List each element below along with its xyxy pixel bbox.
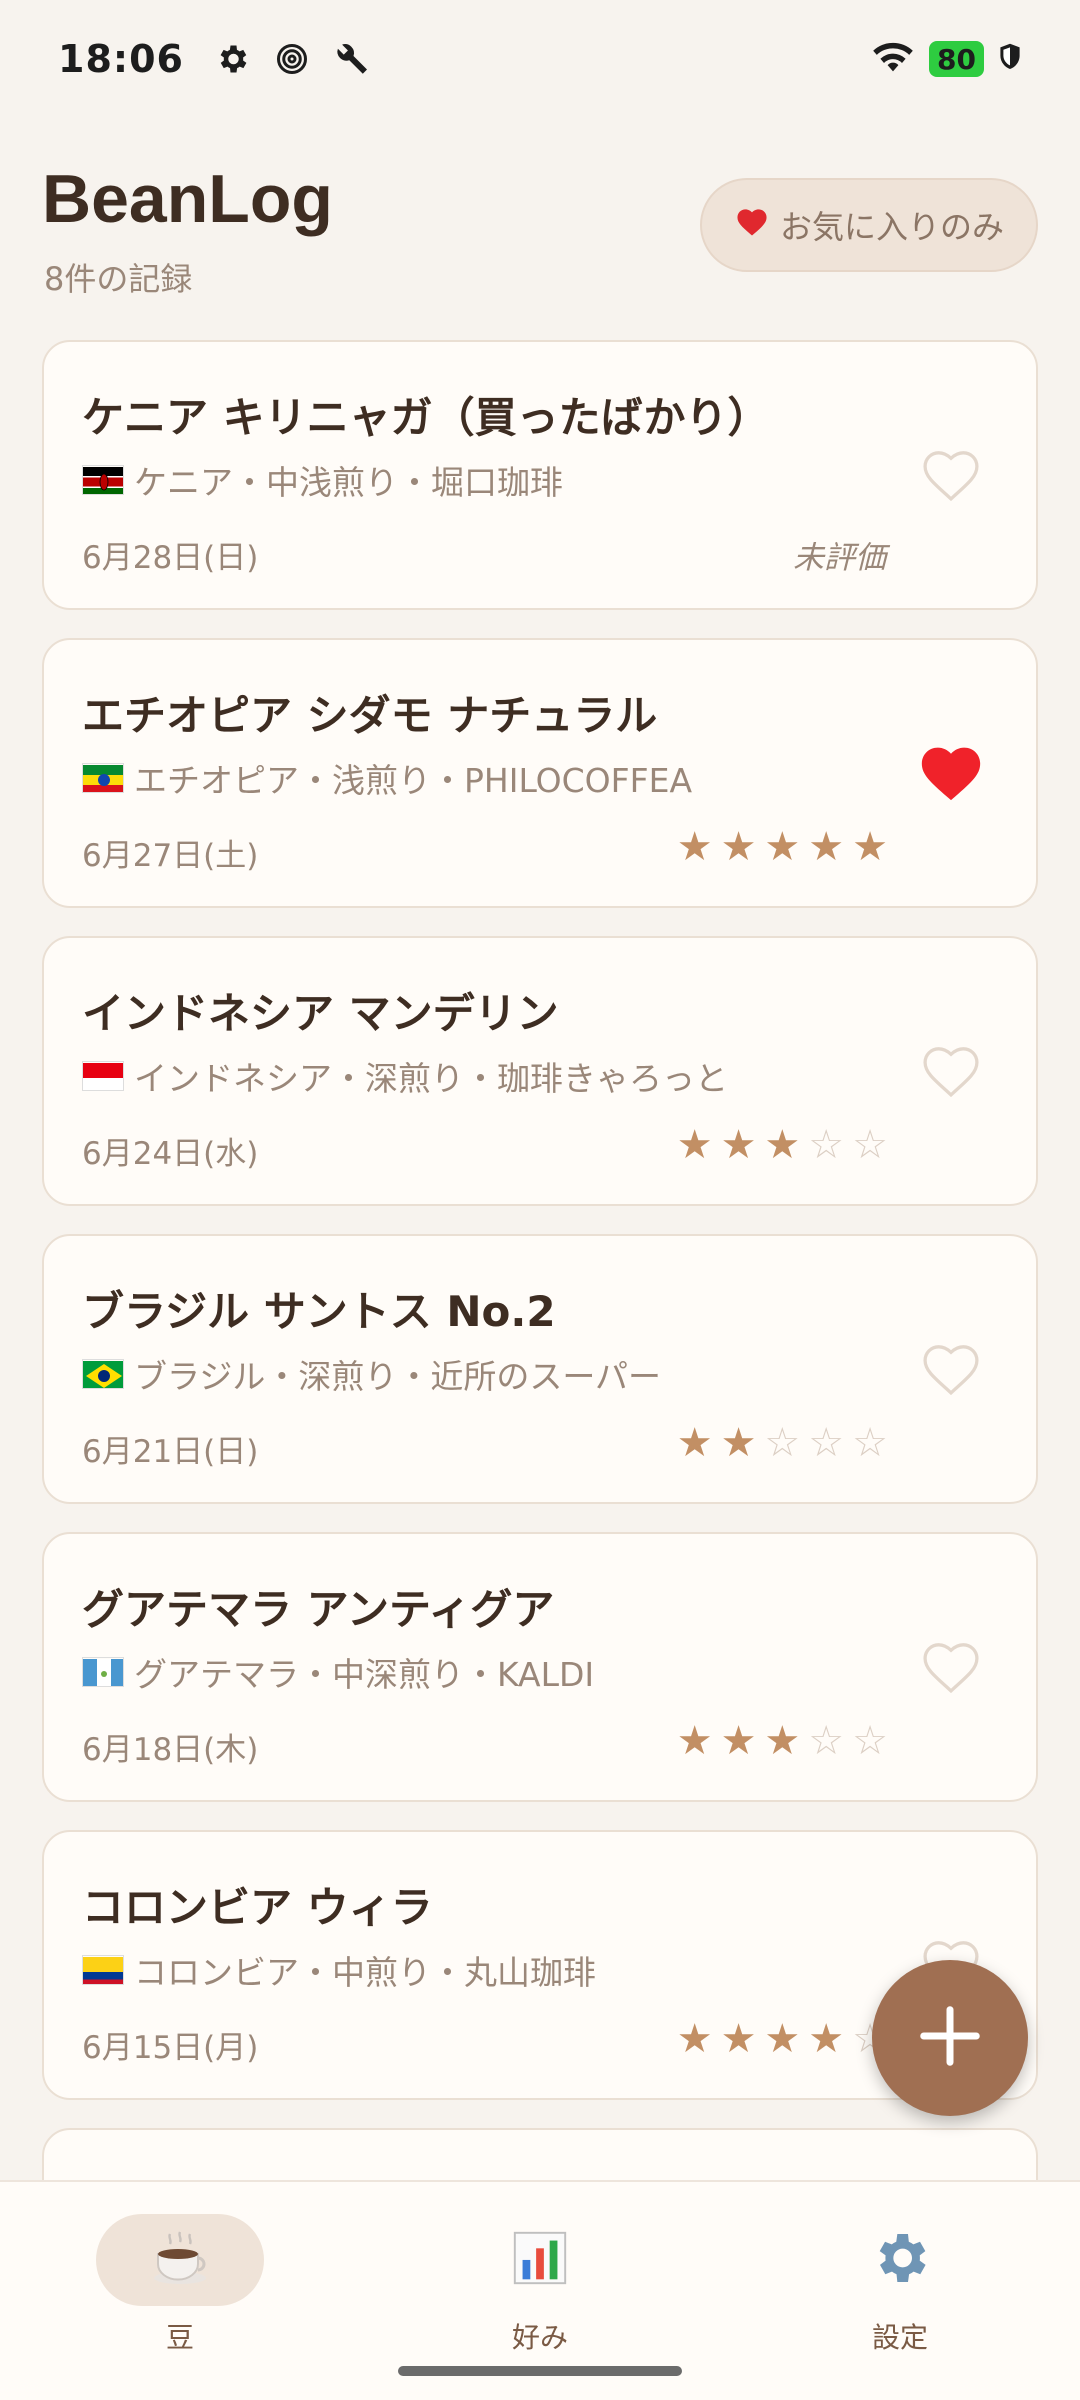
country-flag-icon xyxy=(82,1061,124,1091)
heart-icon xyxy=(734,205,770,246)
card-date: 6月28日(日) xyxy=(82,540,259,576)
card-meta-text: エチオピア・浅煎り・PHILOCOFFEA xyxy=(134,761,693,800)
nav-pill xyxy=(816,2214,984,2306)
star-filled-icon: ★ xyxy=(720,1420,765,1466)
star-filled-icon: ★ xyxy=(852,824,896,870)
card-meta-text: インドネシア・深煎り・珈琲きゃろっと xyxy=(134,1059,728,1098)
card-meta: エチオピア・浅煎り・PHILOCOFFEA xyxy=(82,754,692,802)
card-title: インドネシア マンデリン xyxy=(82,989,559,1038)
country-flag-icon xyxy=(82,1657,124,1687)
star-empty-icon: ☆ xyxy=(808,1718,853,1764)
card-meta: グアテマラ・中深煎り・KALDI xyxy=(82,1648,594,1696)
card-meta-text: ブラジル・深煎り・近所のスーパー xyxy=(134,1357,662,1396)
unrated-label: 未評価 xyxy=(793,540,886,576)
card-meta: コロンビア・中煎り・丸山珈琲 xyxy=(82,1946,596,1994)
card-title: ケニア キリニャガ（買ったばかり） xyxy=(82,393,770,442)
star-empty-icon: ☆ xyxy=(852,1122,896,1168)
star-rating: ★★★★★ xyxy=(677,824,896,870)
star-filled-icon: ★ xyxy=(676,1718,721,1764)
card-date: 6月15日(月) xyxy=(82,2030,259,2066)
star-empty-icon: ☆ xyxy=(808,1122,853,1168)
card-meta-text: グアテマラ・中深煎り・KALDI xyxy=(134,1655,595,1694)
star-empty-icon: ☆ xyxy=(852,1718,896,1764)
star-filled-icon: ★ xyxy=(676,1122,721,1168)
star-filled-icon: ★ xyxy=(720,824,765,870)
card-meta-text: ケニア・中浅煎り・堀口珈琲 xyxy=(134,463,563,502)
app-title: BeanLog xyxy=(42,161,333,237)
nav-item-preferences[interactable]: 好み xyxy=(440,2214,640,2364)
card-date: 6月27日(土) xyxy=(82,838,259,874)
card-date: 6月18日(木) xyxy=(82,1732,259,1768)
country-flag-icon xyxy=(82,465,124,495)
star-filled-icon: ★ xyxy=(808,2016,853,2062)
star-empty-icon: ☆ xyxy=(764,1420,809,1466)
nav-item-settings[interactable]: 設定 xyxy=(800,2214,1000,2364)
card-date: 6月21日(日) xyxy=(82,1434,259,1470)
star-filled-icon: ★ xyxy=(720,1122,765,1168)
gear-icon xyxy=(868,2226,932,2294)
star-filled-icon: ★ xyxy=(764,2016,809,2062)
country-flag-icon xyxy=(82,1955,124,1985)
status-bar: 18:06 80 xyxy=(0,0,1080,118)
favorite-heart-outline-icon[interactable] xyxy=(916,438,986,508)
favorite-heart-outline-icon[interactable] xyxy=(916,1332,986,1402)
home-indicator xyxy=(398,2366,682,2376)
card-meta-text: コロンビア・中煎り・丸山珈琲 xyxy=(134,1953,596,1992)
wifi-icon xyxy=(871,39,915,79)
star-filled-icon: ★ xyxy=(764,1718,809,1764)
card-title: コロンビア ウィラ xyxy=(82,1883,433,1932)
bean-card[interactable]: ケニア キリニャガ（買ったばかり） ケニア・中浅煎り・堀口珈琲 6月28日(日) 未評… xyxy=(42,340,1038,610)
plus-icon xyxy=(915,2001,985,2075)
spiral-icon xyxy=(272,39,312,79)
star-rating: ★★★☆☆ xyxy=(677,1718,896,1764)
card-date: 6月24日(水) xyxy=(82,1136,259,1172)
add-record-button[interactable] xyxy=(872,1960,1028,2116)
nav-pill xyxy=(456,2214,624,2306)
card-meta: ケニア・中浅煎り・堀口珈琲 xyxy=(82,456,563,504)
status-time: 18:06 xyxy=(58,37,184,81)
nav-label: 豆 xyxy=(165,2321,194,2354)
star-filled-icon: ★ xyxy=(676,2016,721,2062)
bean-card[interactable]: ブラジル サントス No.2 ブラジル・深煎り・近所のスーパー 6月21日(日) ★★… xyxy=(42,1234,1038,1504)
gear-icon xyxy=(212,39,252,79)
card-title: エチオピア シダモ ナチュラル xyxy=(82,691,658,740)
bean-card[interactable]: エチオピア シダモ ナチュラルエチオピア・浅煎り・PHILOCOFFEA 6月27… xyxy=(42,638,1038,908)
favorite-heart-outline-icon[interactable] xyxy=(916,1034,986,1104)
star-filled-icon: ★ xyxy=(764,824,809,870)
star-filled-icon: ★ xyxy=(720,1718,765,1764)
card-meta: インドネシア・深煎り・珈琲きゃろっと xyxy=(82,1052,728,1100)
nav-pill-active xyxy=(96,2214,264,2306)
coffee-cup-icon xyxy=(148,2226,212,2294)
favorites-filter-button[interactable]: お気に入りのみ xyxy=(700,178,1038,272)
star-rating: ★★☆☆☆ xyxy=(677,1420,896,1466)
card-title: グアテマラ アンティグア xyxy=(82,1585,555,1634)
star-empty-icon: ☆ xyxy=(852,1420,896,1466)
star-filled-icon: ★ xyxy=(764,1122,809,1168)
favorite-heart-outline-icon[interactable] xyxy=(916,1630,986,1700)
country-flag-icon xyxy=(82,763,124,793)
star-filled-icon: ★ xyxy=(676,824,721,870)
star-rating: ★★★☆☆ xyxy=(677,1122,896,1168)
star-filled-icon: ★ xyxy=(720,2016,765,2062)
nav-item-beans[interactable]: 豆 xyxy=(80,2214,280,2364)
card-title: ブラジル サントス No.2 xyxy=(82,1287,556,1336)
bar-chart-icon xyxy=(509,2227,571,2293)
shield-icon xyxy=(998,42,1022,76)
bean-card[interactable]: インドネシア マンデリン インドネシア・深煎り・珈琲きゃろっと 6月24日(水) ★★… xyxy=(42,936,1038,1206)
star-empty-icon: ☆ xyxy=(808,1420,853,1466)
star-rating: ★★★★☆ xyxy=(677,2016,896,2062)
card-meta: ブラジル・深煎り・近所のスーパー xyxy=(82,1350,661,1398)
wrench-icon xyxy=(332,39,372,79)
record-count: 8件の記録 xyxy=(44,260,193,298)
star-filled-icon: ★ xyxy=(808,824,853,870)
bean-card[interactable]: グアテマラ アンティグア グアテマラ・中深煎り・KALDI 6月18日(木) ★★★☆… xyxy=(42,1532,1038,1802)
star-filled-icon: ★ xyxy=(676,1420,721,1466)
nav-label: 設定 xyxy=(871,2321,928,2354)
country-flag-icon xyxy=(82,1359,124,1389)
status-right: 80 xyxy=(871,39,1022,79)
battery-indicator: 80 xyxy=(929,41,984,77)
favorites-filter-label: お気に入りのみ xyxy=(779,208,1004,246)
favorite-heart-filled-icon[interactable] xyxy=(916,736,986,806)
nav-label: 好み xyxy=(511,2321,568,2354)
